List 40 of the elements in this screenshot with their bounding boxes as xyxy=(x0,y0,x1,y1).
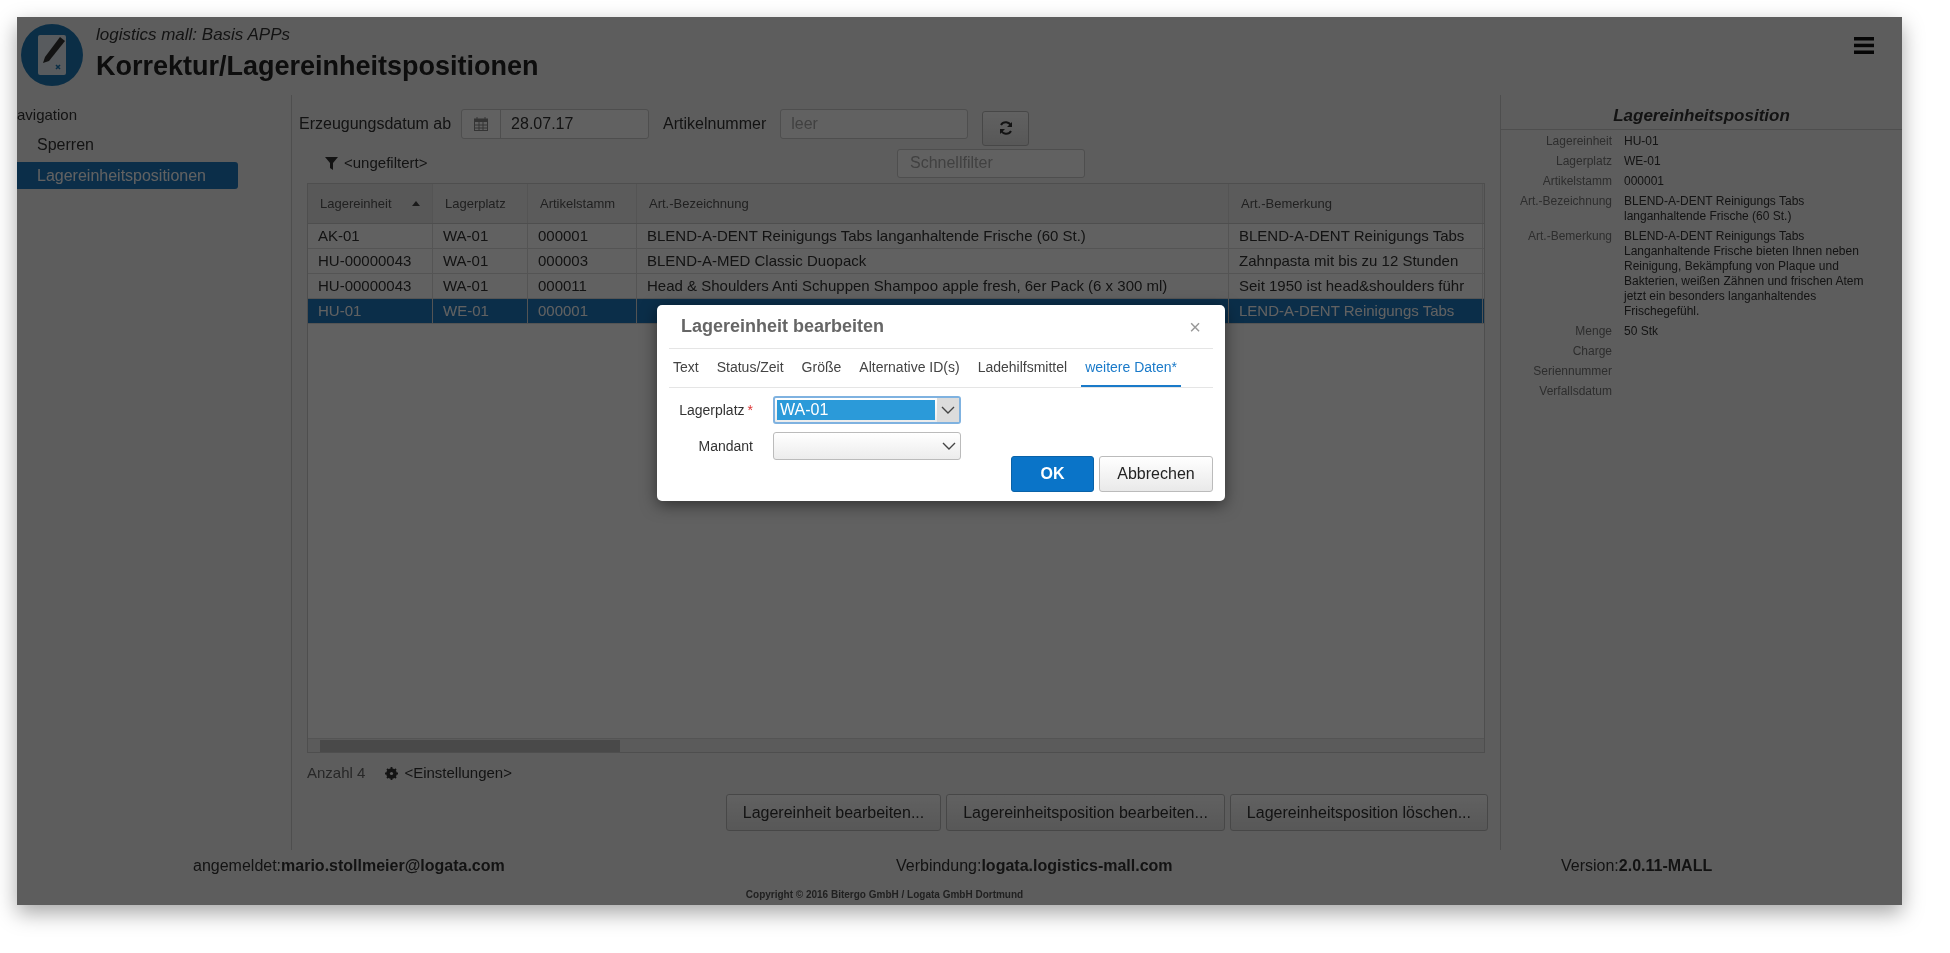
table-cell-text: 000001 xyxy=(538,225,589,246)
required-mark: * xyxy=(747,400,753,420)
field-value: HU-01 xyxy=(1624,134,1660,149)
panel-title: Lagereinheitsposition xyxy=(1501,105,1902,130)
logged-in-user: angemeldet:mario.stollmeier@logata.com xyxy=(193,856,506,876)
table-cell-text: AK-01 xyxy=(318,225,360,246)
table-cell-text: WA-01 xyxy=(443,250,489,271)
selected-value: WA-01 xyxy=(777,400,935,420)
table-cell-text: HU-01 xyxy=(318,300,362,321)
table-cell-text: WE-01 xyxy=(443,300,489,321)
version-info: Version:2.0.11-MALL xyxy=(1561,856,1713,876)
table-cell-text: Zahnpasta mit bis zu 12 Stunden xyxy=(1239,250,1459,271)
app-subtitle: logistics mall: Basis APPs xyxy=(96,25,291,45)
field-value: BLEND-A-DENT Reinigungs Tabs Langanhaltende Frische bieten Ihnen neben Reinigung, Bekämpfung von Plaque und Bakterien, weißen Zähnen und frischen Atem jetzt ein besonders langanhaltendes Frischegefühl. xyxy=(1624,229,1865,319)
table-cell-text: 000003 xyxy=(538,250,589,271)
table-cell-text: BLEND-A-DENT Reinigungs Tabs xyxy=(1239,225,1465,246)
field-value: BLEND-A-DENT Reinigungs Tabs langanhaltende Frische (60 St.) xyxy=(1624,194,1806,224)
table-cell-text: HU-00000043 xyxy=(318,250,412,271)
field-label: Lagerplatz xyxy=(679,400,745,420)
table-cell-text: Head & Shoulders Anti Schuppen Shampoo apple fresh, 6er Pack (6 x 300 ml) xyxy=(647,275,1168,296)
table-cell-text: BLEND-A-DENT Reinigungs Tabs langanhaltende Frische (60 St.) xyxy=(647,225,1086,246)
field-value: WE-01 xyxy=(1624,154,1662,169)
field-label: Mandant xyxy=(698,436,753,456)
table-cell-text: Seit 1950 ist head&shoulders führ xyxy=(1239,275,1465,296)
field-label: Erzeugungsdatum ab xyxy=(299,114,452,134)
page-title: Korrektur/Lagereinheitspositionen xyxy=(96,50,539,83)
connection-info: Verbindung:logata.logistics-mall.com xyxy=(896,856,1174,876)
field-value: 50 Stk xyxy=(1624,324,1660,339)
copyright: Copyright © 2016 Bitergo GmbH / Logata GmbH Dortmund xyxy=(745,888,1024,902)
dialog-title: Lagereinheit bearbeiten xyxy=(681,315,885,338)
nav-heading: avigation xyxy=(17,105,79,125)
table-cell-text: WA-01 xyxy=(443,225,489,246)
field-value: 000001 xyxy=(1624,174,1666,189)
table-cell-text: BLEND-A-MED Classic Duopack xyxy=(647,250,867,271)
table-cell-text: HU-00000043 xyxy=(318,275,412,296)
table-cell-text: 000011 xyxy=(538,275,587,296)
table-cell-text: WA-01 xyxy=(443,275,489,296)
table-cell-text: 000001 xyxy=(538,300,589,321)
table-cell-text: LEND-A-DENT Reinigungs Tabs xyxy=(1239,300,1455,321)
field-label: Artikelnummer xyxy=(663,114,767,134)
